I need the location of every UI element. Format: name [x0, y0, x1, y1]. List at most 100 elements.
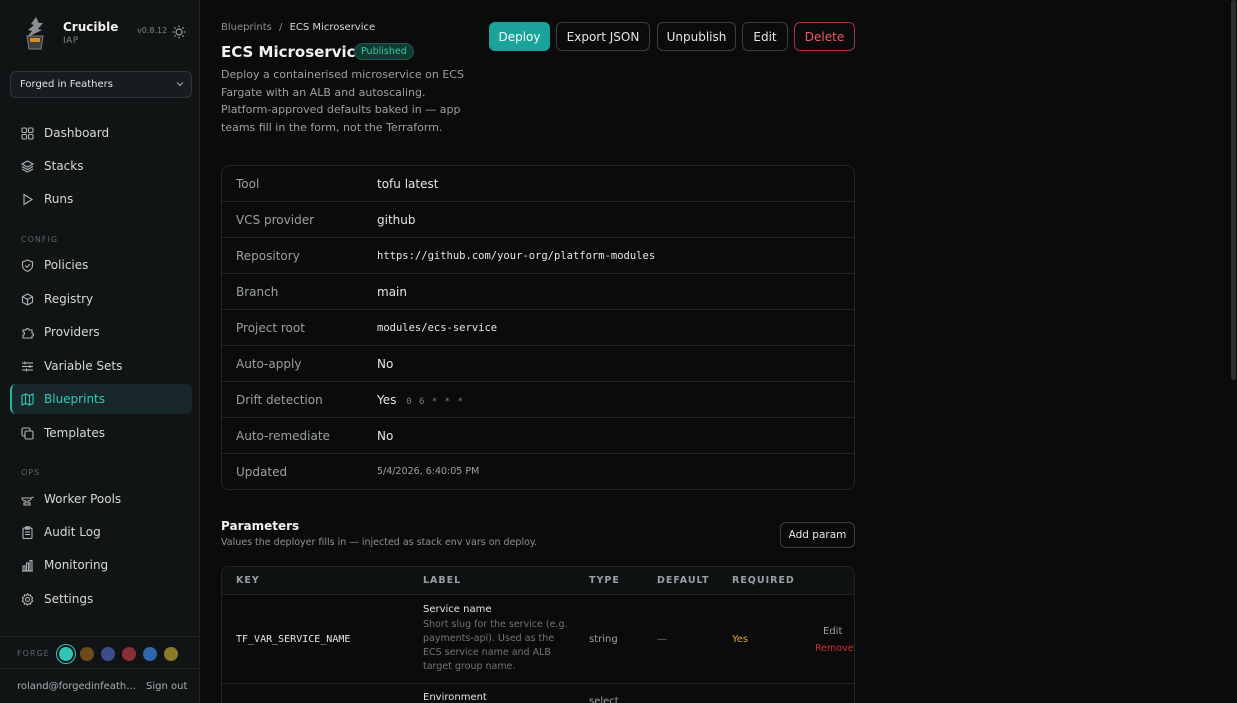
sidebar-item-settings[interactable]: Settings: [10, 584, 192, 614]
sidebar-item-runs[interactable]: Runs: [10, 184, 192, 214]
layers-icon: [21, 159, 34, 173]
anvil-icon: [21, 495, 34, 506]
detail-value: https://github.com/your-org/platform-mod…: [377, 250, 656, 262]
bar-chart-icon: [22, 559, 33, 572]
cube-icon: [21, 292, 34, 306]
sidebar-item-providers[interactable]: Providers: [10, 317, 192, 347]
sidebar-item-monitoring[interactable]: Monitoring: [10, 550, 192, 580]
detail-row-auto-apply: Auto-apply No: [222, 346, 854, 382]
sidebar-item-templates[interactable]: Templates: [10, 418, 192, 448]
param-type: select: [589, 696, 619, 703]
sliders-icon: [22, 361, 33, 371]
detail-value-group: Yes 0 6 * * *: [377, 393, 464, 407]
detail-row-updated: Updated 5/4/2026, 6:40:05 PM: [222, 454, 854, 489]
edit-button[interactable]: Edit: [742, 22, 788, 51]
breadcrumb-current: ECS Microservice: [289, 22, 376, 33]
column-header-default: DEFAULT: [657, 575, 710, 586]
forge-swatch-teal[interactable]: [59, 647, 73, 661]
detail-key: Project root: [236, 321, 305, 335]
detail-value: 5/4/2026, 6:40:05 PM: [377, 466, 480, 477]
user-row: roland@forgedinfeathers.com Sign out: [0, 668, 200, 703]
detail-key: Updated: [236, 465, 288, 479]
detail-row-drift-detection: Drift detection Yes 0 6 * * *: [222, 382, 854, 418]
param-remove-button[interactable]: Remove: [815, 643, 854, 654]
detail-row-branch: Branch main: [222, 274, 854, 310]
sidebar-item-label: Templates: [44, 426, 106, 440]
sidebar-item-registry[interactable]: Registry: [10, 284, 192, 314]
sidebar-item-label: Registry: [44, 292, 94, 306]
brand-subtitle: IAP: [63, 36, 79, 46]
detail-row-project-root: Project root modules/ecs-service: [222, 310, 854, 346]
delete-button[interactable]: Delete: [794, 22, 855, 51]
sign-out-link[interactable]: Sign out: [146, 681, 187, 692]
nav-section-ops: OPS: [21, 468, 41, 477]
detail-value: No: [377, 357, 394, 371]
scrollbar-thumb[interactable]: [1231, 0, 1236, 380]
gear-icon: [21, 592, 34, 606]
page-title: ECS Microservice: [221, 43, 366, 61]
shield-icon: [21, 258, 34, 272]
status-badge: Published: [354, 43, 414, 60]
table-header: KEY LABEL TYPE DEFAULT REQUIRED: [222, 567, 854, 595]
sidebar-item-label: Blueprints: [44, 392, 106, 406]
detail-value: Yes: [377, 393, 397, 407]
sidebar-item-policies[interactable]: Policies: [10, 250, 192, 280]
scrollbar[interactable]: [1230, 0, 1237, 703]
parameters-table: KEY LABEL TYPE DEFAULT REQUIRED TF_VAR_S…: [221, 566, 855, 703]
sidebar-item-variable-sets[interactable]: Variable Sets: [10, 351, 192, 381]
play-icon: [23, 193, 34, 205]
detail-key: Auto-apply: [236, 357, 302, 371]
deploy-button[interactable]: Deploy: [489, 22, 550, 51]
clipboard-icon: [22, 525, 33, 539]
sidebar-item-label: Variable Sets: [44, 359, 123, 373]
sidebar-item-blueprints[interactable]: Blueprints: [10, 384, 192, 414]
breadcrumb: Blueprints / ECS Microservice: [221, 22, 375, 33]
detail-key: Drift detection: [236, 393, 323, 407]
detail-row-vcs-provider: VCS provider github: [222, 202, 854, 238]
copy-icon: [21, 426, 34, 440]
param-edit-button[interactable]: Edit: [823, 626, 842, 637]
detail-key: Tool: [236, 177, 260, 191]
param-label: Service name: [423, 604, 492, 615]
puzzle-icon: [22, 327, 34, 339]
table-row: Environment select: [222, 685, 854, 703]
sun-icon[interactable]: [172, 25, 186, 39]
detail-row-tool: Tool tofu latest: [222, 166, 854, 202]
sidebar-item-dashboard[interactable]: Dashboard: [10, 118, 192, 148]
detail-value: tofu latest: [377, 177, 439, 191]
org-select[interactable]: Forged in Feathers: [10, 71, 192, 98]
sidebar-item-worker-pools[interactable]: Worker Pools: [10, 484, 192, 514]
grid-icon: [21, 126, 34, 140]
sidebar-item-stacks[interactable]: Stacks: [10, 151, 192, 181]
detail-key: Repository: [236, 249, 300, 263]
page-description: Deploy a containerised microservice on E…: [221, 68, 464, 134]
sidebar-item-label: Dashboard: [44, 126, 110, 140]
forge-color-picker: FORGE: [0, 636, 200, 668]
unpublish-button[interactable]: Unpublish: [657, 22, 736, 51]
parameters-title: Parameters: [221, 519, 300, 533]
column-header-label: LABEL: [423, 575, 462, 586]
sidebar-item-label: Policies: [44, 258, 89, 272]
sidebar-item-audit-log[interactable]: Audit Log: [10, 517, 192, 547]
table-row: TF_VAR_SERVICE_NAME Service name Short s…: [222, 596, 854, 684]
detail-key: Branch: [236, 285, 279, 299]
forge-swatch-blue[interactable]: [143, 647, 157, 661]
detail-value: main: [377, 285, 407, 299]
column-header-type: TYPE: [589, 575, 620, 586]
export-json-button[interactable]: Export JSON: [556, 22, 650, 51]
blueprint-details: Tool tofu latest VCS provider github Rep…: [221, 165, 855, 490]
sidebar-item-label: Providers: [44, 325, 100, 339]
breadcrumb-root[interactable]: Blueprints: [221, 22, 272, 33]
forge-swatch-bronze[interactable]: [80, 647, 94, 661]
param-default: —: [657, 634, 667, 645]
detail-key: Auto-remediate: [236, 429, 330, 443]
sidebar: Crucible IAP v0.8.12 Forged in Feathers …: [0, 0, 200, 703]
param-help: Short slug for the service (e.g. payment…: [423, 619, 568, 672]
forge-swatch-olive[interactable]: [164, 647, 178, 661]
org-select-value: Forged in Feathers: [20, 79, 113, 90]
forge-swatch-indigo[interactable]: [101, 647, 115, 661]
version-label: v0.8.12: [137, 26, 168, 35]
add-param-button[interactable]: Add param: [780, 522, 855, 548]
sidebar-item-label: Runs: [44, 192, 74, 206]
forge-swatch-crimson[interactable]: [122, 647, 136, 661]
